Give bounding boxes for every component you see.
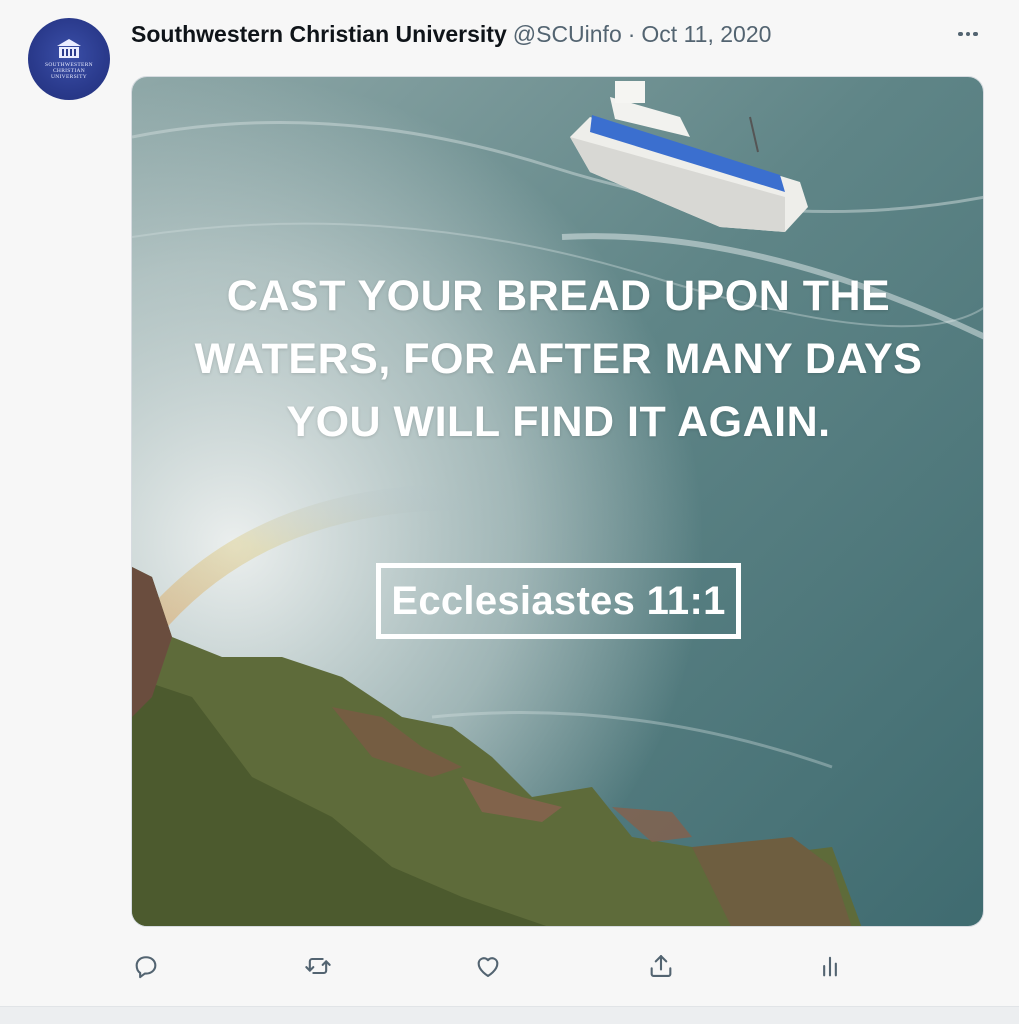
more-dot-icon bbox=[958, 31, 963, 37]
retweet-icon bbox=[305, 957, 331, 975]
university-building-icon bbox=[57, 38, 81, 58]
share-icon bbox=[650, 955, 672, 977]
display-name[interactable]: Southwestern Christian University bbox=[131, 21, 507, 48]
header-separator: · bbox=[627, 20, 636, 47]
retweet-button[interactable] bbox=[298, 946, 338, 986]
tweet-date[interactable]: Oct 11, 2020 bbox=[641, 21, 771, 48]
analytics-icon bbox=[823, 956, 837, 977]
reply-button[interactable] bbox=[126, 946, 166, 986]
tweet-header: Southwestern Christian University @SCUin… bbox=[131, 20, 771, 48]
avatar-wordmark: SOUTHWESTERN CHRISTIAN UNIVERSITY bbox=[45, 61, 93, 81]
handle[interactable]: @SCUinfo bbox=[513, 21, 622, 48]
quote-text: CAST YOUR BREAD UPON THE WATERS, FOR AFT… bbox=[194, 272, 923, 446]
like-button[interactable] bbox=[468, 946, 508, 986]
reply-icon bbox=[135, 956, 157, 979]
more-options-button[interactable] bbox=[952, 22, 984, 46]
analytics-button[interactable] bbox=[810, 946, 850, 986]
heart-icon bbox=[477, 957, 499, 977]
tweet-image[interactable]: CAST YOUR BREAD UPON THE WATERS, FOR AFT… bbox=[131, 76, 984, 927]
waterfall-photo bbox=[132, 77, 983, 926]
divider bbox=[0, 1006, 1019, 1024]
more-dot-icon bbox=[965, 31, 971, 37]
tweet[interactable]: SOUTHWESTERN CHRISTIAN UNIVERSITY Southw… bbox=[0, 0, 1019, 1006]
more-dot-icon bbox=[973, 31, 978, 37]
avatar[interactable]: SOUTHWESTERN CHRISTIAN UNIVERSITY bbox=[28, 18, 110, 100]
tweet-actions bbox=[118, 946, 858, 986]
verse-reference: Ecclesiastes 11:1 bbox=[376, 563, 741, 639]
share-button[interactable] bbox=[641, 946, 681, 986]
